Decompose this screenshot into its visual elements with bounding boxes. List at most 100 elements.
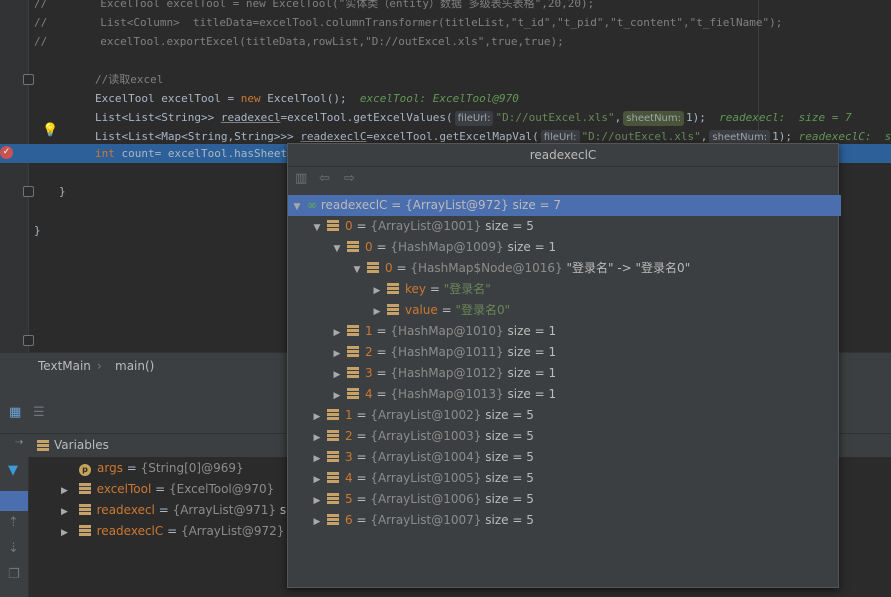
tree-row[interactable]: ▶ 2 = {HashMap@1011} size = 1 xyxy=(288,342,881,363)
frames-view-icon[interactable]: ▦ xyxy=(9,405,21,420)
code-line-comment-read[interactable]: //读取excel xyxy=(95,70,163,89)
keyword-int: int xyxy=(95,147,115,160)
breakpoint-icon[interactable]: ✓ xyxy=(0,146,13,159)
collapse-arrow-icon[interactable]: ▼ xyxy=(291,197,303,218)
expand-arrow-icon[interactable]: ▶ xyxy=(61,523,71,544)
variable-row-readexecl[interactable]: ▶ readexecl = {ArrayList@971} siz xyxy=(61,500,296,521)
inline-value-hint: excelTool: ExcelTool@970 xyxy=(359,92,519,105)
breadcrumb-file[interactable]: TextMain xyxy=(38,359,91,373)
expand-arrow-icon[interactable]: ▶ xyxy=(331,344,343,365)
tree-node-type: {ArrayList@1002} xyxy=(370,408,482,422)
collapse-all-icon[interactable]: ▥ xyxy=(295,171,307,186)
collapse-arrow-icon[interactable]: ▼ xyxy=(311,218,323,239)
up-arrow-icon[interactable]: ⇡ xyxy=(8,515,19,530)
variable-type: {ArrayList@972} xyxy=(180,524,285,538)
tree-row[interactable]: ▶ key = "登录名" xyxy=(288,279,891,300)
tree-node-size: size = 1 xyxy=(507,387,557,401)
expand-arrow-icon[interactable]: ▶ xyxy=(311,491,323,512)
variable-name: excelTool xyxy=(96,482,152,496)
tree-node-size: size = 1 xyxy=(507,324,557,338)
code-line-exceltool[interactable]: ExcelTool excelTool = new ExcelTool(); e… xyxy=(95,89,519,108)
string-literal: "D://outExcel.xls" xyxy=(495,111,615,124)
code-line-1[interactable]: // ExcelTool excelTool = new ExcelTool("… xyxy=(34,0,594,13)
tree-node-value: "登录名" xyxy=(443,282,491,296)
equals-sign: = xyxy=(154,503,173,517)
expand-arrow-icon[interactable]: ▶ xyxy=(331,386,343,407)
tree-node-size: size = 5 xyxy=(485,450,534,464)
equals-sign: = xyxy=(352,513,371,527)
variable-row-readexeclc[interactable]: ▶ readexeclC = {ArrayList@972} si xyxy=(61,521,298,542)
expand-arrow-icon[interactable]: ▶ xyxy=(311,449,323,470)
breadcrumb-method[interactable]: main() xyxy=(115,359,154,373)
tree-node-name: readexeclC xyxy=(320,198,388,212)
variable-row-exceltool[interactable]: ▶ excelTool = {ExcelTool@970} xyxy=(61,479,274,500)
inspect-popup[interactable]: readexeclC ▥ ⇦ ⇨ ▼ ∞ readexeclC = {ArrayL… xyxy=(287,143,841,588)
keyword-new: new xyxy=(240,92,261,105)
popup-title[interactable]: readexeclC xyxy=(288,144,838,167)
expand-arrow-icon[interactable]: ▶ xyxy=(311,407,323,428)
collapse-arrow-icon[interactable]: ▼ xyxy=(331,239,343,260)
tree-node-size: size = 1 xyxy=(507,240,557,254)
tree-node-type: {HashMap@1012} xyxy=(390,366,504,380)
tree-row[interactable]: ▶ 4 = {HashMap@1013} size = 1 xyxy=(288,384,881,405)
field-icon xyxy=(78,504,91,515)
tree-node-size: size = 5 xyxy=(485,471,534,485)
field-icon xyxy=(327,220,339,231)
string-literal: "D://outExcel.xls" xyxy=(581,130,701,143)
tree-row[interactable]: ▶ 3 = {HashMap@1012} size = 1 xyxy=(288,363,881,384)
field-icon xyxy=(347,367,359,378)
filter-icon[interactable]: ▼ xyxy=(8,463,18,478)
code-line-close-class[interactable]: } xyxy=(34,221,41,240)
expand-arrow-icon[interactable]: ▶ xyxy=(311,470,323,491)
field-icon xyxy=(347,388,359,399)
fold-icon[interactable] xyxy=(23,74,34,85)
tree-row[interactable]: ▶ 3 = {ArrayList@1004} size = 5 xyxy=(288,447,861,468)
pin-icon[interactable]: ⇢ xyxy=(15,437,23,448)
tree-node-size: size = 1 xyxy=(507,345,557,359)
collapse-arrow-icon[interactable]: ▼ xyxy=(351,260,363,281)
equals-sign: = xyxy=(372,240,391,254)
tree-row[interactable]: ▼ 0 = {HashMap$Node@1016} "登录名" -> "登录名0" xyxy=(288,258,891,279)
tree-row[interactable]: ▶ 4 = {ArrayList@1005} size = 5 xyxy=(288,468,861,489)
fold-icon[interactable] xyxy=(23,186,34,197)
tree-row[interactable]: ▼ 0 = {HashMap@1009} size = 1 xyxy=(288,237,881,258)
equals-sign: = xyxy=(352,471,371,485)
variable-readexeclc: readexeclC xyxy=(300,130,367,143)
down-arrow-icon[interactable]: ⇣ xyxy=(8,541,19,556)
variable-row-args[interactable]: p args = {String[0]@969} xyxy=(79,458,244,479)
back-arrow-icon[interactable]: ⇦ xyxy=(319,171,330,186)
variables-icon xyxy=(37,440,49,451)
tree-row[interactable]: ▶ value = "登录名0" xyxy=(288,300,891,321)
expand-arrow-icon[interactable]: ▶ xyxy=(61,502,71,523)
tree-row[interactable]: ▶ 2 = {ArrayList@1003} size = 5 xyxy=(288,426,861,447)
lightbulb-icon[interactable]: 💡 xyxy=(42,123,58,138)
tree-root-row[interactable]: ▼ ∞ readexeclC = {ArrayList@972} size = 7 xyxy=(288,195,841,216)
code-line-3[interactable]: // excelTool.exportExcel(titleData,rowLi… xyxy=(34,32,564,51)
equals-sign: = xyxy=(372,345,391,359)
expand-arrow-icon[interactable]: ▶ xyxy=(311,512,323,533)
code-line-readexecl[interactable]: List<List<String>> readexecl=excelTool.g… xyxy=(95,108,852,127)
tree-node-type: {HashMap@1013} xyxy=(390,387,504,401)
expand-arrow-icon[interactable]: ▶ xyxy=(331,323,343,344)
tree-row[interactable]: ▶ 1 = {ArrayList@1002} size = 5 xyxy=(288,405,861,426)
tree-row[interactable]: ▶ 1 = {HashMap@1010} size = 1 xyxy=(288,321,881,342)
expand-arrow-icon[interactable]: ▶ xyxy=(371,302,383,323)
expand-arrow-icon[interactable]: ▶ xyxy=(311,428,323,449)
forward-arrow-icon[interactable]: ⇨ xyxy=(344,171,355,186)
tree-row[interactable]: ▶ 5 = {ArrayList@1006} size = 5 xyxy=(288,489,861,510)
expand-arrow-icon[interactable]: ▶ xyxy=(371,281,383,302)
popup-toolbar: ▥ ⇦ ⇨ xyxy=(288,167,838,195)
code-line-2[interactable]: // List<Column> titleData=excelTool.colu… xyxy=(34,13,782,32)
expand-arrow-icon[interactable]: ▶ xyxy=(61,481,71,502)
param-hint-fileurl: fileUrl: xyxy=(454,111,494,126)
editor-gutter[interactable] xyxy=(0,0,29,352)
expand-arrow-icon[interactable]: ▶ xyxy=(331,365,343,386)
copy-icon[interactable]: ❐ xyxy=(8,567,20,582)
tree-row[interactable]: ▶ 6 = {ArrayList@1007} size = 5 xyxy=(288,510,861,531)
fold-icon[interactable] xyxy=(23,335,34,346)
code-line-close-method[interactable]: } xyxy=(59,182,66,201)
field-icon xyxy=(327,514,339,525)
tree-row[interactable]: ▼ 0 = {ArrayList@1001} size = 5 xyxy=(288,216,861,237)
equals-sign: = xyxy=(122,461,141,475)
threads-view-icon[interactable]: ☰ xyxy=(33,405,45,420)
